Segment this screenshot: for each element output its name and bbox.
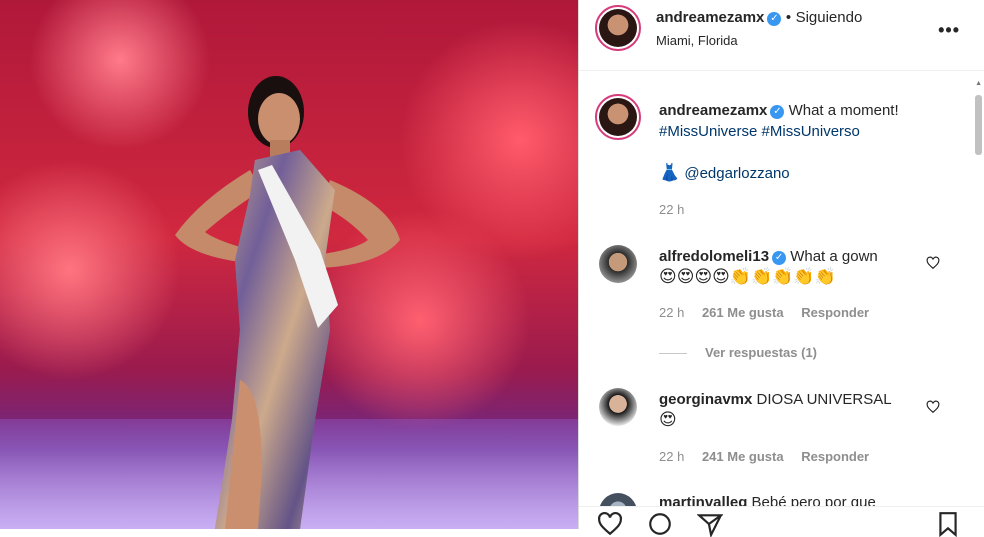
comment-text: What a gown (790, 248, 878, 265)
view-replies-divider (659, 353, 687, 355)
reply-button[interactable]: Responder (801, 449, 869, 464)
comment-body: georginavmx DIOSA UNIVERSAL 😍 (659, 389, 929, 431)
caption-text: What a moment! (788, 102, 899, 119)
post-header: andreamezamx ✓ • Siguiendo Miami, Florida… (579, 0, 984, 71)
view-replies-label: Ver respuestas (1) (705, 345, 818, 360)
reply-button[interactable]: Responder (801, 305, 869, 320)
caption-username[interactable]: andreamezamx (659, 102, 767, 119)
comment-avatar[interactable] (599, 388, 637, 426)
verified-badge-icon: ✓ (772, 251, 787, 265)
verified-badge-icon: ✓ (767, 12, 782, 26)
like-heart-icon[interactable] (926, 400, 940, 414)
comment-likes[interactable]: 261 Me gusta (702, 305, 784, 320)
follow-separator: • (785, 9, 792, 26)
comment-meta: 22 h 241 Me gusta Responder (659, 449, 869, 464)
comment-icon[interactable] (647, 511, 673, 537)
comment-username[interactable]: alfredolomeli13 (659, 248, 769, 265)
comment-time[interactable]: 22 h (659, 449, 684, 464)
post-photo[interactable] (0, 0, 578, 529)
comment-avatar[interactable] (599, 245, 637, 283)
header-title-row: andreamezamx ✓ • Siguiendo (656, 9, 862, 27)
author-username[interactable]: andreamezamx (656, 9, 764, 26)
following-button[interactable]: Siguiendo (796, 9, 863, 26)
like-icon[interactable] (597, 511, 623, 537)
caption-hashtags[interactable]: #MissUniverse #MissUniverso (659, 123, 860, 140)
share-icon[interactable] (697, 511, 723, 537)
caption-author-avatar[interactable] (595, 94, 641, 140)
contestant-figure (175, 76, 400, 529)
caption: andreamezamx ✓ What a moment! #MissUniver… (659, 100, 959, 142)
caption-time[interactable]: 22 h (659, 202, 684, 217)
verified-badge-icon: ✓ (770, 105, 785, 119)
comment-text: DIOSA UNIVERSAL (756, 391, 892, 408)
like-heart-icon[interactable] (926, 256, 940, 270)
comment-meta: 22 h 261 Me gusta Responder (659, 305, 869, 320)
comments-list: andreamezamx ✓ What a moment! #MissUniver… (579, 71, 984, 509)
comment-username[interactable]: georginavmx (659, 391, 752, 408)
post-side-panel: andreamezamx ✓ • Siguiendo Miami, Florida… (578, 0, 984, 537)
comment-body: alfredolomeli13 ✓ What a gown 😍😍😍😍👏👏👏👏👏 (659, 246, 929, 288)
more-options-icon[interactable]: ••• (938, 20, 960, 41)
comment-likes[interactable]: 241 Me gusta (702, 449, 784, 464)
dress-emoji-icon: 👗 (659, 163, 681, 183)
caption-mention[interactable]: @edgarlozzano (684, 165, 789, 182)
comment-time[interactable]: 22 h (659, 305, 684, 320)
comment-emojis: 😍 (659, 410, 677, 430)
comment-emojis: 😍😍😍😍👏👏👏👏👏 (659, 267, 836, 287)
view-replies-button[interactable]: Ver respuestas (1) (659, 345, 817, 360)
save-bookmark-icon[interactable] (935, 511, 961, 537)
post-action-bar (579, 506, 984, 537)
post-location[interactable]: Miami, Florida (656, 33, 738, 48)
author-avatar[interactable] (595, 5, 641, 51)
caption-mention-line: 👗 @edgarlozzano (659, 163, 790, 184)
